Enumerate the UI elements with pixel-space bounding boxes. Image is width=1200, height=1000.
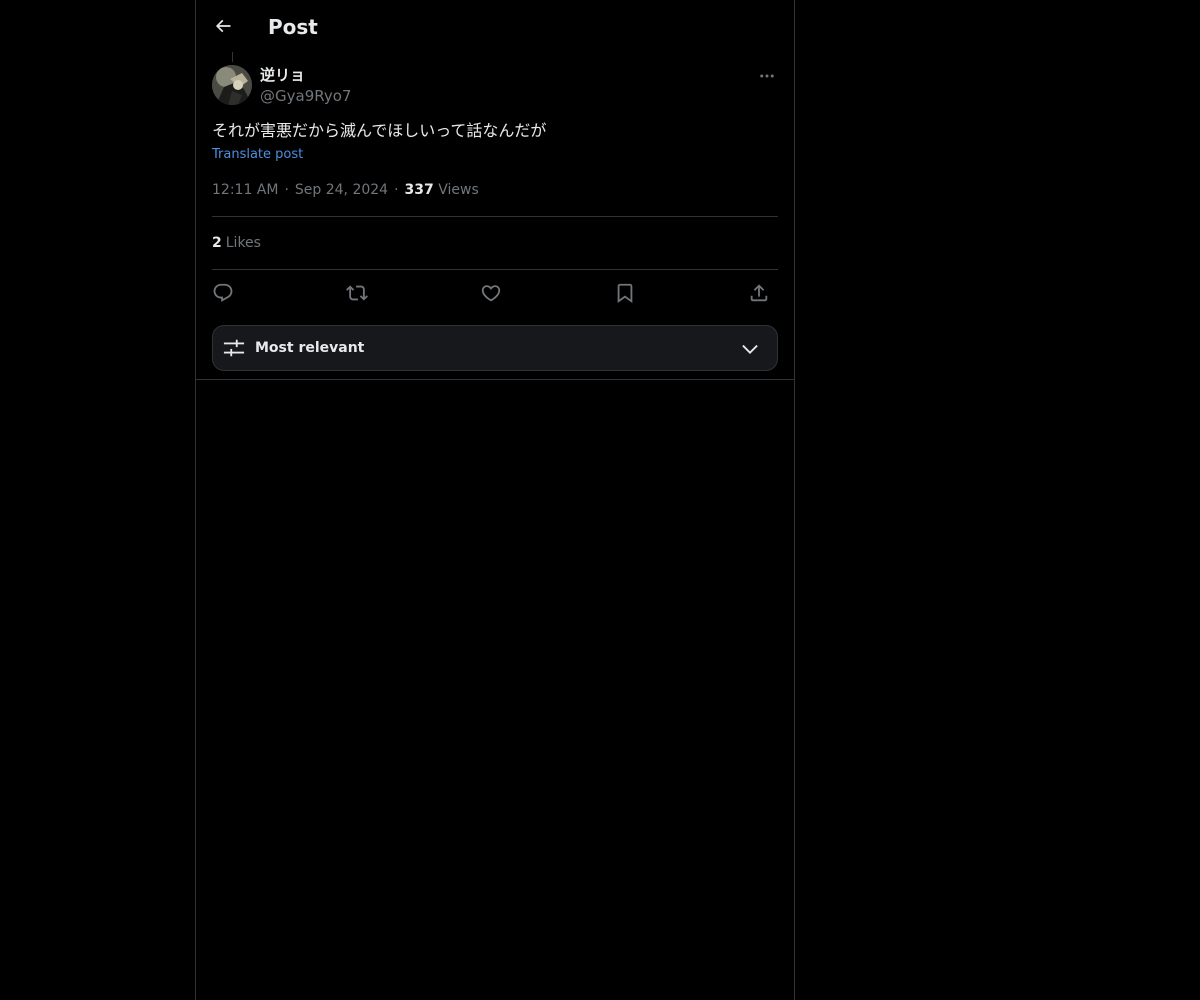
meta-separator: ·	[394, 182, 399, 198]
divider	[212, 269, 778, 270]
likes-link[interactable]: 2 Likes	[212, 233, 261, 253]
arrow-left-icon	[213, 16, 233, 36]
repost-button[interactable]	[344, 280, 370, 306]
likes-label: Likes	[225, 235, 261, 251]
avatar[interactable]	[212, 65, 252, 105]
display-name[interactable]: 逆リョ	[260, 64, 351, 86]
action-bar	[212, 280, 778, 308]
chevron-down-icon	[739, 338, 761, 360]
divider	[196, 379, 794, 380]
repost-icon	[346, 282, 368, 304]
page-header: Post	[196, 0, 794, 53]
post-text: それが害悪だから滅んでほしいって話なんだが	[212, 121, 547, 140]
bookmark-icon	[614, 282, 636, 304]
post-author: 逆リョ @Gya9Ryo7	[260, 64, 351, 106]
post-date[interactable]: Sep 24, 2024	[295, 182, 388, 198]
post-time[interactable]: 12:11 AM	[212, 182, 278, 198]
heart-icon	[480, 282, 502, 304]
page-title: Post	[268, 15, 318, 39]
likes-count: 2	[212, 235, 222, 251]
sliders-icon	[223, 337, 245, 359]
share-icon	[748, 282, 770, 304]
handle[interactable]: @Gya9Ryo7	[260, 86, 351, 106]
back-button[interactable]	[206, 8, 240, 44]
thread-line	[232, 52, 233, 62]
meta-separator: ·	[284, 182, 289, 198]
share-button[interactable]	[746, 280, 772, 306]
bookmark-button[interactable]	[612, 280, 638, 306]
sort-label: Most relevant	[255, 340, 365, 356]
like-button[interactable]	[478, 280, 504, 306]
more-options-button[interactable]	[756, 65, 778, 87]
translate-post-link[interactable]: Translate post	[212, 146, 303, 164]
views-label: Views	[438, 182, 479, 198]
post-meta: 12:11 AM · Sep 24, 2024 · 337 Views	[212, 180, 479, 200]
divider	[212, 216, 778, 217]
more-dots-icon	[758, 67, 776, 85]
reply-sort-dropdown[interactable]: Most relevant	[212, 325, 778, 371]
main-column: Post 逆リョ @Gya9Ryo7 それが害悪だから滅んでほしいって話なんだが…	[195, 0, 795, 1000]
views-count: 337	[404, 182, 434, 198]
reply-button[interactable]	[210, 280, 236, 306]
reply-icon	[212, 282, 234, 304]
